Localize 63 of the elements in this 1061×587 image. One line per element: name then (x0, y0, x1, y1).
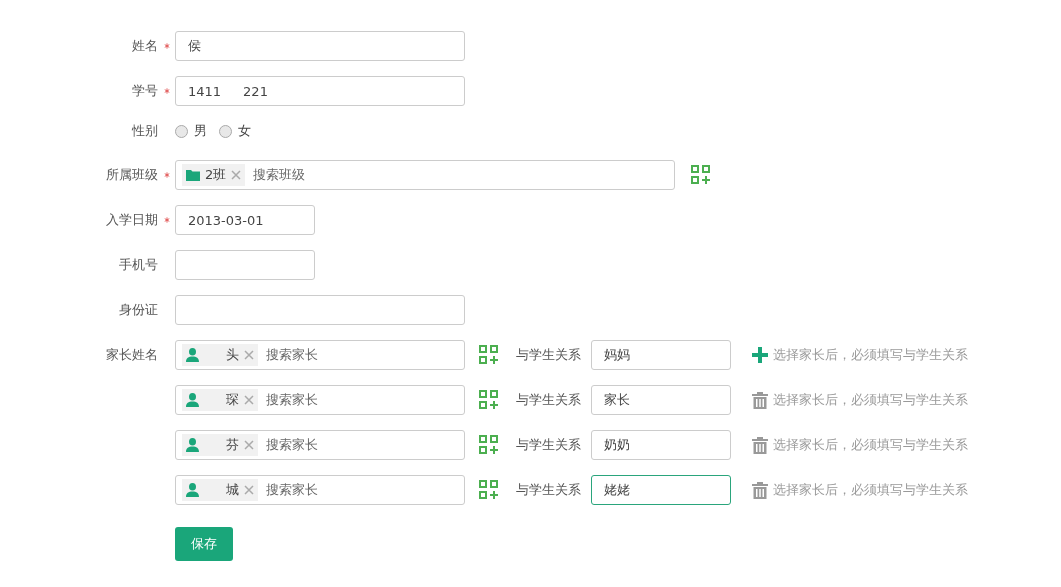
text-field[interactable]: 侯 (175, 31, 465, 61)
hint-text: 选择家长后，必须填写与学生关系 (773, 391, 968, 409)
field-label: 身份证 (119, 301, 158, 319)
hint-text: 选择家长后，必须填写与学生关系 (773, 481, 968, 499)
remove-icon[interactable] (244, 395, 254, 405)
text-field[interactable]: 1411 221 (175, 76, 465, 106)
text-field[interactable] (175, 250, 315, 280)
tag-label: 芬 (226, 436, 239, 454)
folder-icon (186, 169, 200, 181)
field-label: 家长姓名 (106, 346, 158, 364)
person-icon (186, 393, 199, 407)
remove-icon[interactable] (244, 440, 254, 450)
trash-icon[interactable] (752, 391, 768, 409)
person-icon (186, 438, 199, 452)
field-label: 所属班级 (106, 166, 158, 184)
search-placeholder: 搜索家长 (266, 346, 318, 364)
search-placeholder: 搜索家长 (266, 436, 318, 454)
field-label: 入学日期 (106, 211, 158, 229)
search-placeholder: 搜索家长 (266, 391, 318, 409)
relation-field[interactable]: 妈妈 (591, 340, 731, 370)
search-placeholder: 搜索家长 (266, 481, 318, 499)
remove-icon[interactable] (231, 170, 242, 180)
tag-label: 头 (226, 346, 239, 364)
parent-select-field[interactable]: 芬 搜索家长 (175, 430, 465, 460)
parent-select-field[interactable]: 琛 搜索家长 (175, 385, 465, 415)
hint-text: 选择家长后，必须填写与学生关系 (773, 436, 968, 454)
relation-field[interactable]: 奶奶 (591, 430, 731, 460)
class-select-field[interactable]: 2班 搜索班级 (175, 160, 675, 190)
add-icon[interactable] (752, 347, 768, 363)
add-grid-icon[interactable] (479, 390, 499, 410)
relation-label: 与学生关系 (516, 481, 581, 499)
search-placeholder: 搜索班级 (253, 166, 306, 184)
remove-icon[interactable] (244, 485, 254, 495)
parent-select-field[interactable]: 头 搜索家长 (175, 340, 465, 370)
relation-label: 与学生关系 (516, 391, 581, 409)
add-grid-icon[interactable] (479, 345, 499, 365)
relation-field[interactable]: 家长 (591, 385, 731, 415)
relation-label: 与学生关系 (516, 436, 581, 454)
person-icon (186, 348, 199, 362)
add-grid-icon[interactable] (479, 480, 499, 500)
radio-button[interactable] (219, 124, 232, 138)
tag-label: 2班 (205, 166, 227, 184)
trash-icon[interactable] (752, 481, 768, 499)
add-grid-icon[interactable] (479, 435, 499, 455)
text-field[interactable] (175, 295, 465, 325)
remove-icon[interactable] (244, 350, 254, 360)
radio-label[interactable]: 女 (238, 122, 251, 140)
radio-label[interactable]: 男 (194, 122, 207, 140)
relation-label: 与学生关系 (516, 346, 581, 364)
relation-field[interactable]: 姥姥 (591, 475, 731, 505)
parent-select-field[interactable]: 城 搜索家长 (175, 475, 465, 505)
field-label: 手机号 (119, 256, 158, 274)
person-icon (186, 483, 199, 497)
field-label: 性别 (132, 122, 158, 140)
tag-label: 琛 (226, 391, 239, 409)
add-grid-icon[interactable] (691, 165, 711, 185)
tag-label: 城 (226, 481, 239, 499)
field-label: 姓名 (132, 37, 158, 55)
hint-text: 选择家长后，必须填写与学生关系 (773, 346, 968, 364)
text-field[interactable]: 2013-03-01 (175, 205, 315, 235)
trash-icon[interactable] (752, 436, 768, 454)
field-label: 学号 (132, 82, 158, 100)
radio-button[interactable] (175, 124, 188, 138)
